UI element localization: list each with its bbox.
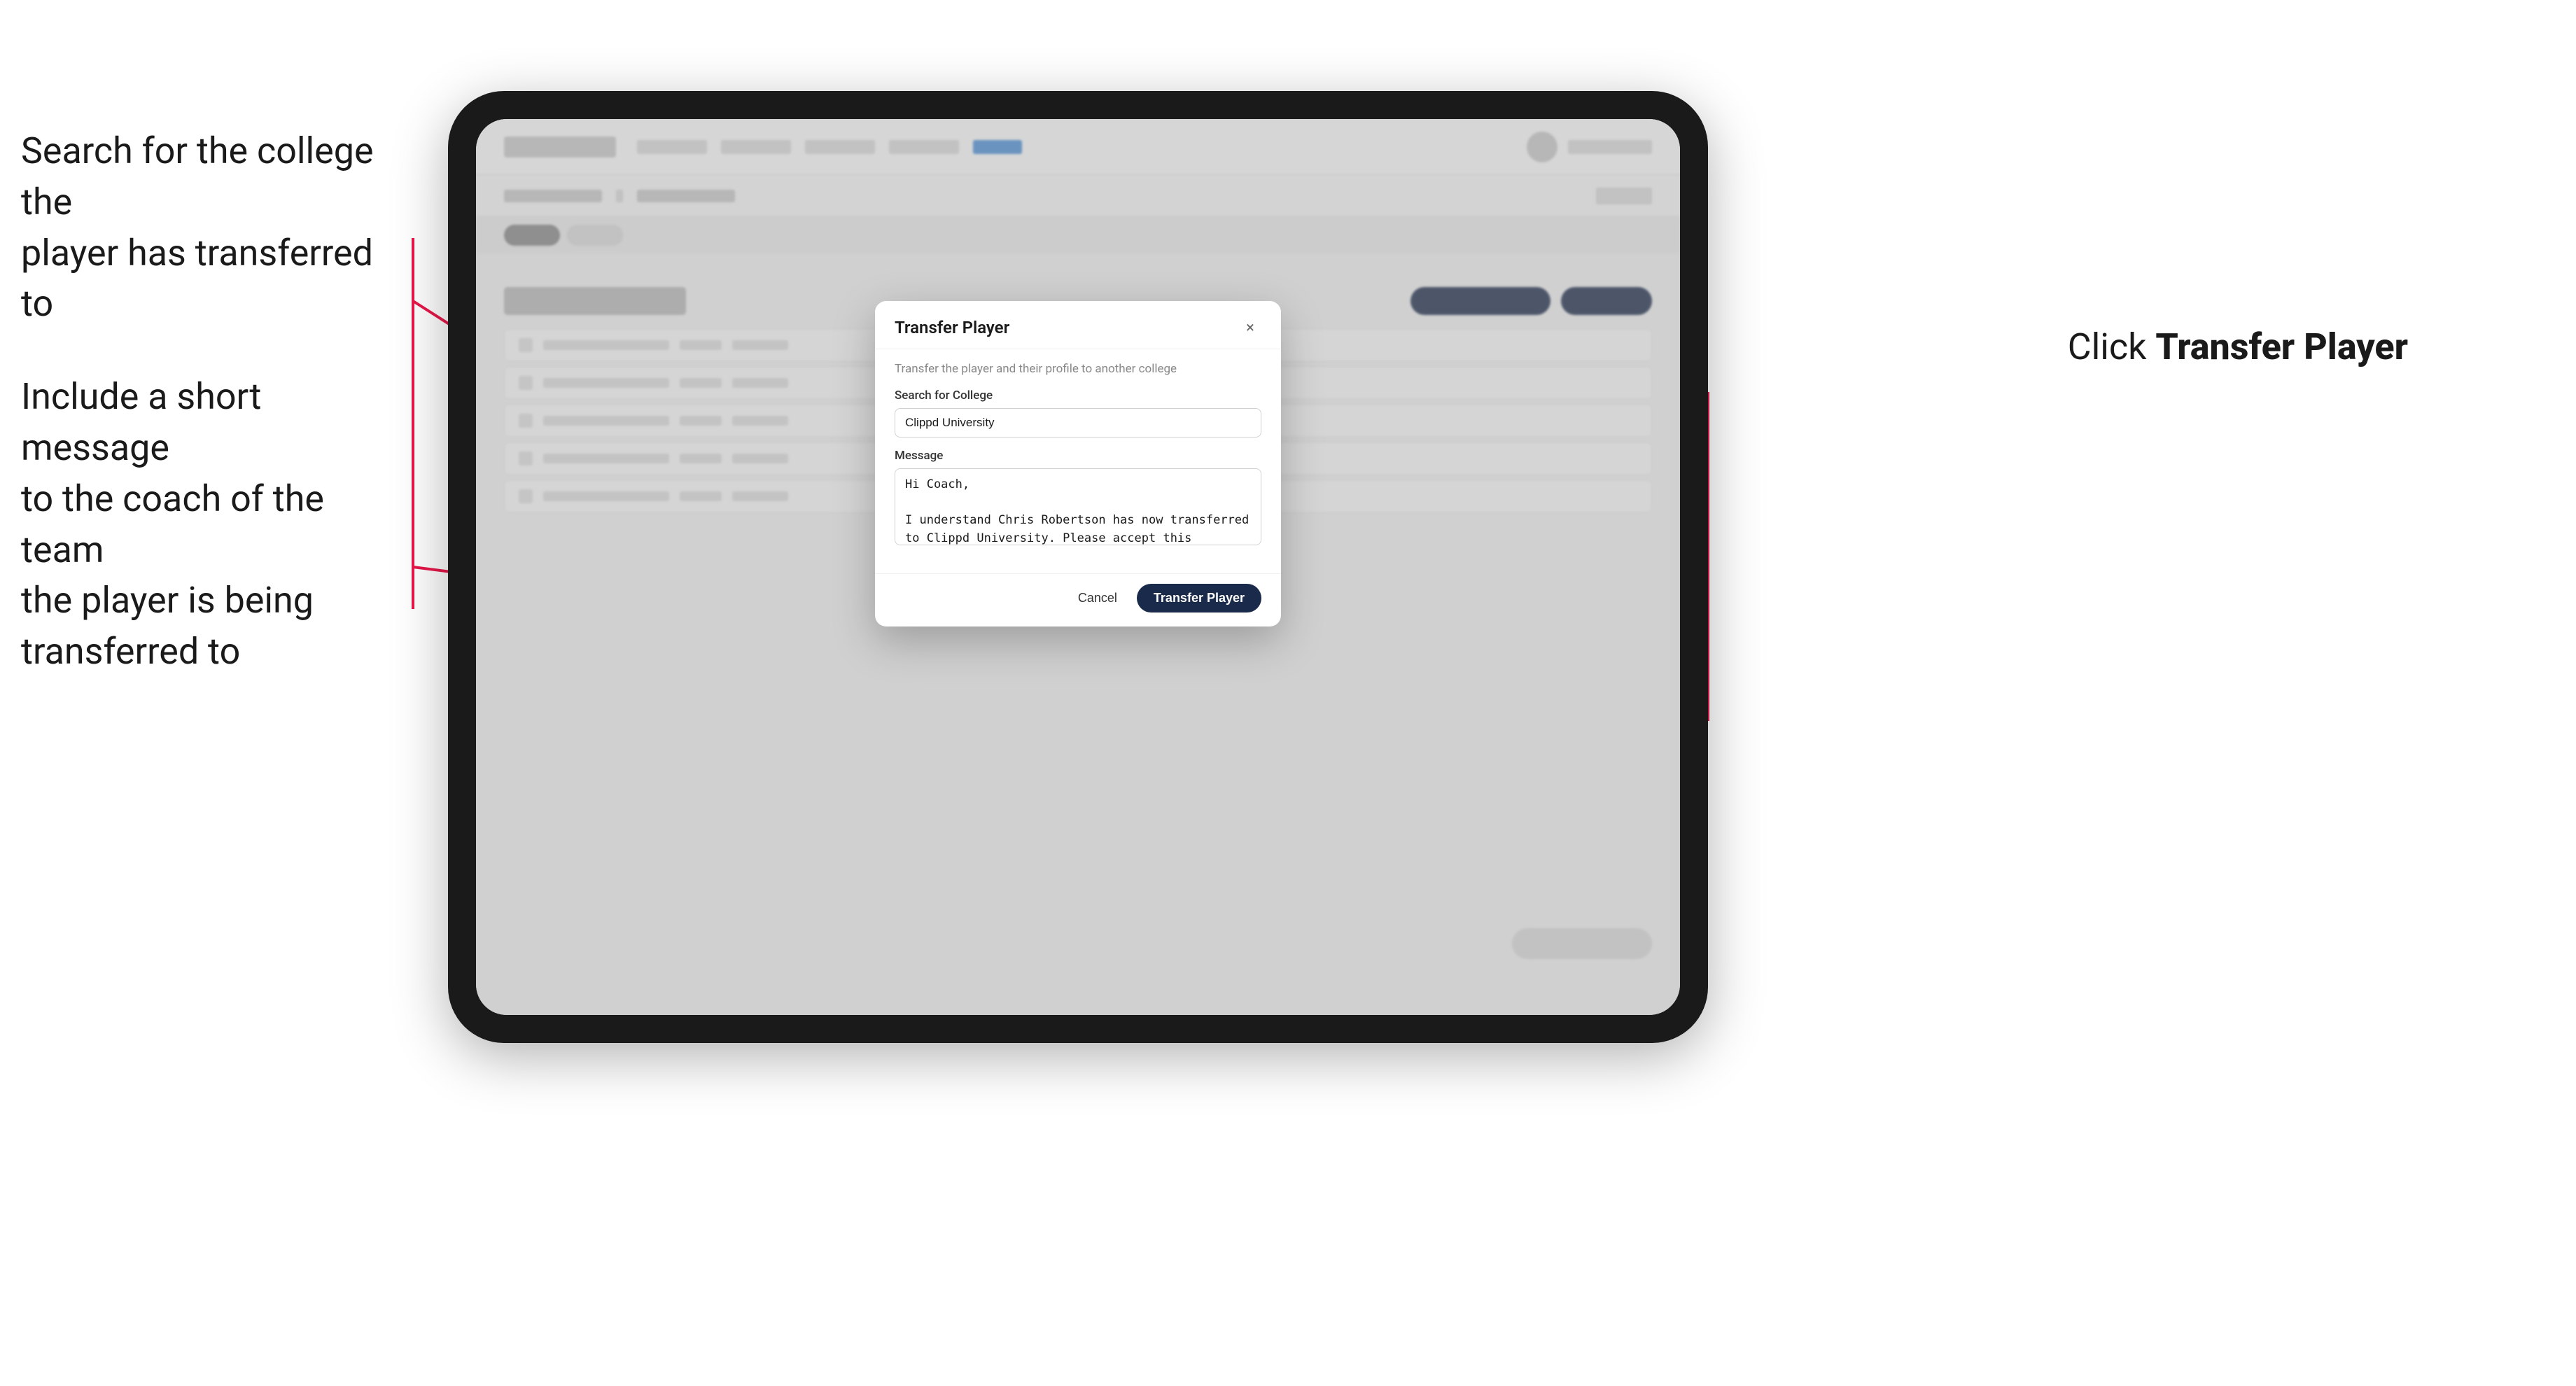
dialog-close-button[interactable]: × [1239, 316, 1261, 339]
search-college-input[interactable] [895, 408, 1261, 438]
transfer-player-dialog: Transfer Player × Transfer the player an… [875, 301, 1281, 626]
dialog-header: Transfer Player × [875, 301, 1281, 349]
modal-overlay: Transfer Player × Transfer the player an… [476, 119, 1680, 1015]
search-college-label: Search for College [895, 388, 1261, 402]
annotation-right: Click Transfer Player [2068, 322, 2408, 373]
dialog-title: Transfer Player [895, 318, 1009, 337]
annotation-left: Search for the college theplayer has tra… [21, 126, 413, 720]
tablet-screen: Transfer Player × Transfer the player an… [476, 119, 1680, 1015]
dialog-footer: Cancel Transfer Player [875, 573, 1281, 626]
annotation-text-2: Include a short messageto the coach of t… [21, 372, 413, 678]
annotation-text-1: Search for the college theplayer has tra… [21, 126, 413, 330]
annotation-right-text: Click [2068, 326, 2156, 368]
tablet-frame: Transfer Player × Transfer the player an… [448, 91, 1708, 1043]
dialog-subtitle: Transfer the player and their profile to… [895, 362, 1261, 376]
cancel-button[interactable]: Cancel [1068, 584, 1127, 612]
transfer-player-button[interactable]: Transfer Player [1137, 584, 1261, 612]
message-label: Message [895, 449, 1261, 463]
annotation-right-bold: Transfer Player [2155, 326, 2408, 368]
message-textarea[interactable]: Hi Coach, I understand Chris Robertson h… [895, 468, 1261, 545]
dialog-body: Transfer the player and their profile to… [875, 349, 1281, 573]
